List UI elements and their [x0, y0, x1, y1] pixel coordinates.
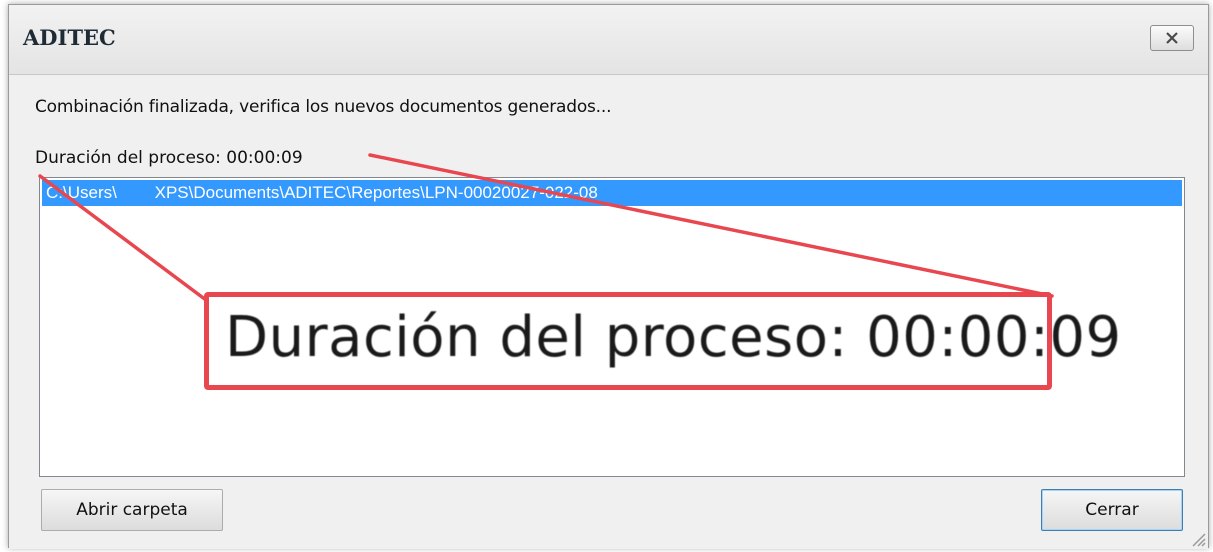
- title-bar: ADITEC: [9, 5, 1208, 75]
- close-button[interactable]: Cerrar: [1041, 489, 1183, 531]
- annotation-zoom-box: Duración del proceso: 00:00:09: [204, 292, 1121, 390]
- status-message: Combinación finalizada, verifica los nue…: [35, 97, 612, 117]
- dialog-window: ADITEC Combinación finalizada, verifica …: [8, 4, 1209, 549]
- resize-grip-icon[interactable]: [1188, 529, 1206, 547]
- close-x-icon: [1166, 32, 1178, 44]
- window-close-button[interactable]: [1150, 25, 1194, 51]
- duration-label: Duración del proceso: 00:00:09: [35, 148, 303, 168]
- open-folder-button[interactable]: Abrir carpeta: [41, 489, 223, 531]
- window-title: ADITEC: [23, 25, 116, 50]
- annotation-zoom-text: Duración del proceso: 00:00:09: [225, 305, 1122, 370]
- list-item[interactable]: C:\Users\ XPS\Documents\ADITEC\Reportes\…: [42, 180, 1182, 206]
